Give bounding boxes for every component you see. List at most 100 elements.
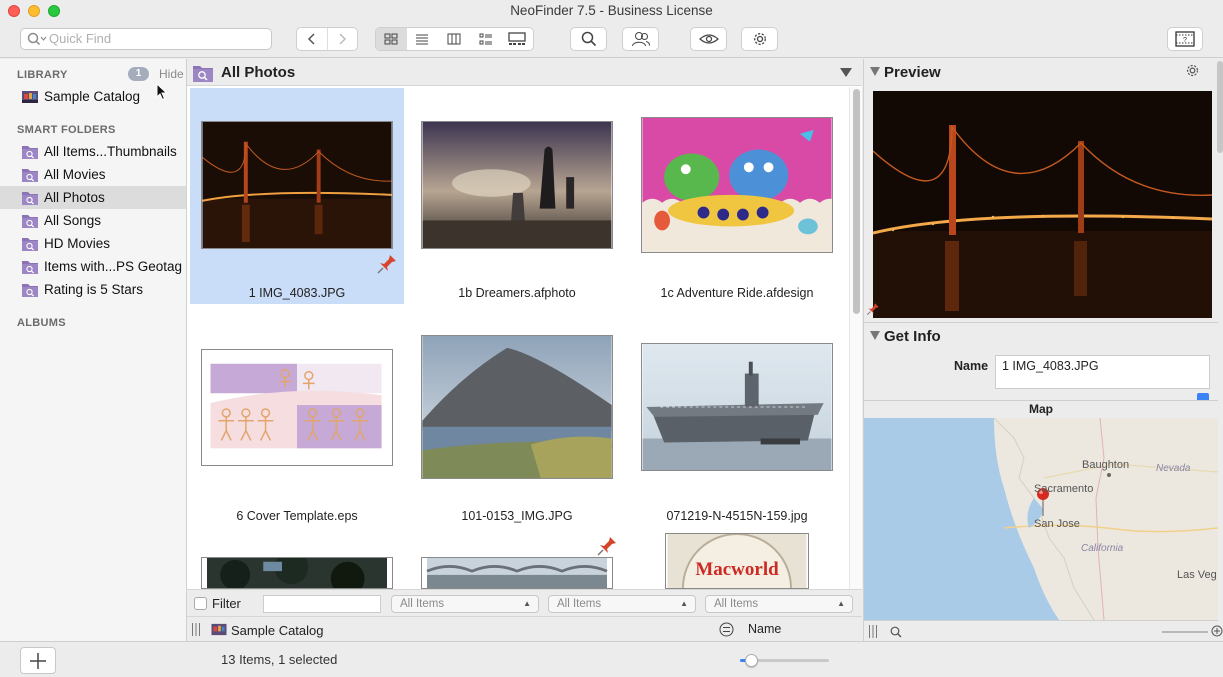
- grid-item[interactable]: 1 IMG_4083.JPG: [190, 88, 404, 304]
- zoom-window-button[interactable]: [48, 5, 60, 17]
- find-button[interactable]: [570, 27, 607, 51]
- grid-icon: [384, 33, 398, 45]
- sidebar-item-smart-folder[interactable]: All Photos: [0, 186, 186, 209]
- mouse-cursor-icon: [156, 83, 168, 101]
- people-icon: [631, 32, 650, 47]
- grid-item[interactable]: 1c Adventure Ride.afdesign: [630, 88, 844, 304]
- minimize-window-button[interactable]: [28, 5, 40, 17]
- column-view-button[interactable]: [438, 28, 470, 50]
- chevron-right-icon: [339, 33, 347, 45]
- preview-title: Preview: [884, 64, 941, 81]
- name-field-label: Name: [954, 359, 989, 373]
- filter-popup-2[interactable]: All Items ▲: [548, 595, 696, 613]
- grid-item-label: 1 IMG_4083.JPG: [248, 286, 346, 300]
- settings-button[interactable]: [741, 27, 778, 51]
- sidebar-item-label: Rating is 5 Stars: [44, 282, 144, 297]
- grid-item[interactable]: 071219-N-4515N-159.jpg: [630, 308, 844, 524]
- sidebar-item-smart-folder[interactable]: All Items...Thumbnails: [0, 140, 186, 163]
- inspector-toggle-button[interactable]: ?: [1167, 27, 1203, 51]
- filter-popup-1-value: All Items: [400, 598, 445, 610]
- split-handle-icon[interactable]: [191, 623, 201, 636]
- map-zoom-slider[interactable]: [1162, 631, 1208, 633]
- filter-popup-3[interactable]: All Items ▲: [705, 595, 853, 613]
- chevron-left-icon: [307, 33, 315, 45]
- add-button[interactable]: [20, 647, 56, 674]
- sidebar-item-label: Items with...PS Geotag: [44, 259, 183, 274]
- popup-arrows-icon: ▲: [680, 599, 688, 608]
- thumbnail-adventure-ride: [641, 117, 833, 253]
- sidebar-item-label: All Photos: [44, 190, 105, 205]
- people-button[interactable]: [622, 27, 659, 51]
- close-window-button[interactable]: [8, 5, 20, 17]
- sidebar-item-smart-folder[interactable]: All Movies: [0, 163, 186, 186]
- filter-checkbox[interactable]: [194, 597, 207, 610]
- grid-item-label: 101-0153_IMG.JPG: [461, 509, 573, 523]
- smart-folder-icon: [22, 145, 38, 159]
- sidebar-item-smart-folder[interactable]: Items with...PS Geotag: [0, 255, 186, 278]
- search-icon: [27, 32, 47, 46]
- sidebar-item-smart-folder[interactable]: All Songs: [0, 209, 186, 232]
- film-help-icon: ?: [1175, 31, 1195, 47]
- list-icon: [416, 34, 429, 45]
- grid-item[interactable]: 6 Cover Template.eps: [190, 308, 404, 524]
- view-mode-buttons: [375, 27, 534, 51]
- name-field[interactable]: 1 IMG_4083.JPG: [995, 355, 1210, 389]
- grid-item-label: 071219-N-4515N-159.jpg: [666, 509, 808, 523]
- preview-pin-icon: [866, 303, 879, 316]
- disclosure-triangle-icon[interactable]: [870, 331, 880, 340]
- filter-popup-3-value: All Items: [714, 598, 759, 610]
- quick-find-input[interactable]: Quick Find: [20, 28, 272, 50]
- inspector-pane: Preview Get Info Name 1 IMG_4083.JPG Map: [863, 59, 1223, 641]
- smart-folder-icon: [22, 168, 38, 182]
- sidebar-item-smart-folder[interactable]: Rating is 5 Stars: [0, 278, 186, 301]
- window-title: NeoFinder 7.5 - Business License: [510, 3, 713, 18]
- map-zoom-out-icon[interactable]: [890, 626, 902, 638]
- map-view[interactable]: Baughton Sacramento San Jose California …: [864, 418, 1218, 620]
- icon-view-button[interactable]: [376, 28, 407, 50]
- slider-knob[interactable]: [744, 654, 758, 667]
- pin-icon: [597, 537, 616, 556]
- hide-library-button[interactable]: Hide: [159, 67, 184, 81]
- map-zoom-in-icon[interactable]: [1211, 625, 1223, 637]
- map-label-sacramento: Sacramento: [1034, 483, 1093, 495]
- filter-text-field[interactable]: [263, 595, 381, 613]
- scrollbar-thumb[interactable]: [853, 89, 860, 314]
- detail-list-icon: [479, 33, 492, 45]
- svg-text:?: ?: [1183, 37, 1187, 44]
- filter-bar: Filter All Items ▲ All Items ▲ All Items ▲: [187, 589, 862, 616]
- quick-look-button[interactable]: [690, 27, 727, 51]
- list-view-button[interactable]: [407, 28, 439, 50]
- preview-image: [873, 91, 1212, 318]
- sort-column-label[interactable]: Name: [748, 622, 781, 636]
- get-info-title: Get Info: [884, 328, 941, 345]
- back-button[interactable]: [297, 28, 328, 50]
- forward-button[interactable]: [328, 28, 358, 50]
- disclosure-triangle-icon[interactable]: [870, 67, 880, 76]
- catalog-icon: [22, 90, 38, 103]
- smart-folder-icon: [193, 66, 213, 82]
- title-bar: NeoFinder 7.5 - Business License: [0, 0, 1223, 22]
- status-bar: 13 Items, 1 selected: [0, 641, 1223, 677]
- macworld-thumbnail-text: Macworld: [695, 559, 779, 580]
- grid-item[interactable]: 101-0153_IMG.JPG: [410, 308, 624, 556]
- gallery-view-button[interactable]: [501, 28, 533, 50]
- thumbnail-aircraft-carrier: [641, 343, 833, 471]
- sort-icon[interactable]: [719, 622, 734, 637]
- header-menu-triangle-icon[interactable]: [839, 67, 853, 78]
- popup-arrows-icon: ▲: [523, 599, 531, 608]
- thumbnail-bridge-river-partial: [421, 557, 613, 589]
- nav-buttons: [296, 27, 358, 51]
- filter-popup-1[interactable]: All Items ▲: [391, 595, 539, 613]
- path-catalog-label[interactable]: Sample Catalog: [231, 623, 324, 638]
- magnifier-icon: [581, 31, 596, 47]
- sidebar-item-smart-folder[interactable]: HD Movies: [0, 232, 186, 255]
- detail-view-button[interactable]: [470, 28, 502, 50]
- split-handle-icon[interactable]: [868, 625, 878, 638]
- thumbnail-size-slider[interactable]: [740, 654, 829, 667]
- inspector-scrollbar[interactable]: [1217, 61, 1223, 153]
- plus-icon: [30, 652, 46, 669]
- library-count-badge: 1: [128, 67, 149, 81]
- grid-item[interactable]: 1b Dreamers.afphoto: [410, 88, 624, 304]
- preview-gear-icon[interactable]: [1185, 63, 1200, 78]
- browser-scrollbar[interactable]: [849, 87, 862, 589]
